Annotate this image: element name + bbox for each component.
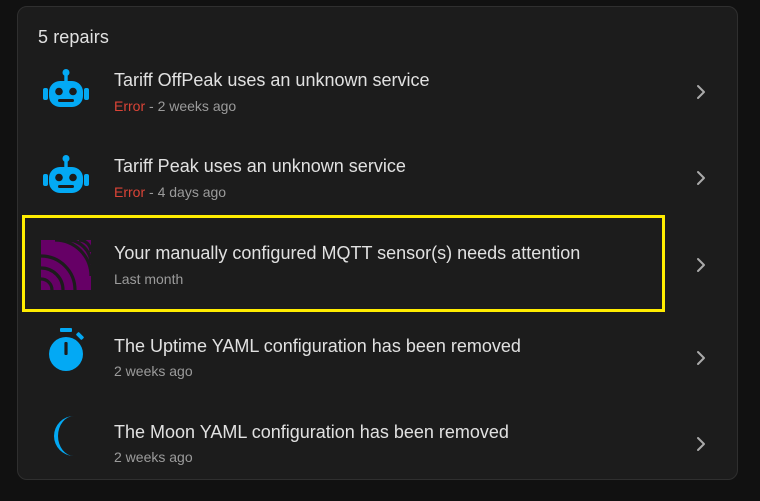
robot-icon bbox=[38, 64, 94, 120]
chevron-right-icon bbox=[697, 171, 705, 185]
repair-time: 2 weeks ago bbox=[114, 363, 193, 379]
repair-title: Tariff OffPeak uses an unknown service bbox=[114, 70, 430, 90]
repair-item-tariff-offpeak[interactable]: Tariff OffPeak uses an unknown service E… bbox=[18, 50, 737, 136]
chevron-right-icon bbox=[697, 258, 705, 272]
robot-icon bbox=[38, 150, 94, 206]
repair-item-tariff-peak[interactable]: Tariff Peak uses an unknown service Erro… bbox=[18, 136, 737, 222]
repair-title: The Uptime YAML configuration has been r… bbox=[114, 336, 521, 356]
repairs-count-heading: 5 repairs bbox=[38, 27, 109, 47]
moon-icon bbox=[38, 408, 94, 464]
repair-item-uptime[interactable]: The Uptime YAML configuration has been r… bbox=[18, 308, 737, 394]
repair-title: Tariff Peak uses an unknown service bbox=[114, 156, 406, 176]
repairs-card: 5 repairs Tariff OffPeak uses an unknown… bbox=[17, 6, 738, 480]
mqtt-logo-icon bbox=[38, 237, 94, 293]
repair-title: Your manually configured MQTT sensor(s) … bbox=[114, 243, 581, 263]
timer-icon bbox=[38, 322, 94, 378]
repair-title: The Moon YAML configuration has been rem… bbox=[114, 422, 509, 442]
repair-time: 2 weeks ago bbox=[114, 449, 193, 465]
repair-time: Last month bbox=[114, 271, 184, 287]
severity-label: Error bbox=[114, 98, 146, 114]
chevron-right-icon bbox=[697, 351, 705, 365]
chevron-right-icon bbox=[697, 85, 705, 99]
repair-subtitle: Error - 2 weeks ago bbox=[114, 98, 236, 114]
repair-item-moon[interactable]: The Moon YAML configuration has been rem… bbox=[18, 394, 737, 480]
repair-time: 4 days ago bbox=[157, 184, 227, 200]
repair-item-mqtt-sensor[interactable]: Your manually configured MQTT sensor(s) … bbox=[18, 222, 737, 308]
chevron-right-icon bbox=[697, 437, 705, 451]
subtitle-separator: - bbox=[145, 98, 158, 114]
repair-subtitle: Error - 4 days ago bbox=[114, 184, 226, 200]
severity-label: Error bbox=[114, 184, 146, 200]
repair-time: 2 weeks ago bbox=[157, 98, 237, 114]
subtitle-separator: - bbox=[145, 184, 158, 200]
